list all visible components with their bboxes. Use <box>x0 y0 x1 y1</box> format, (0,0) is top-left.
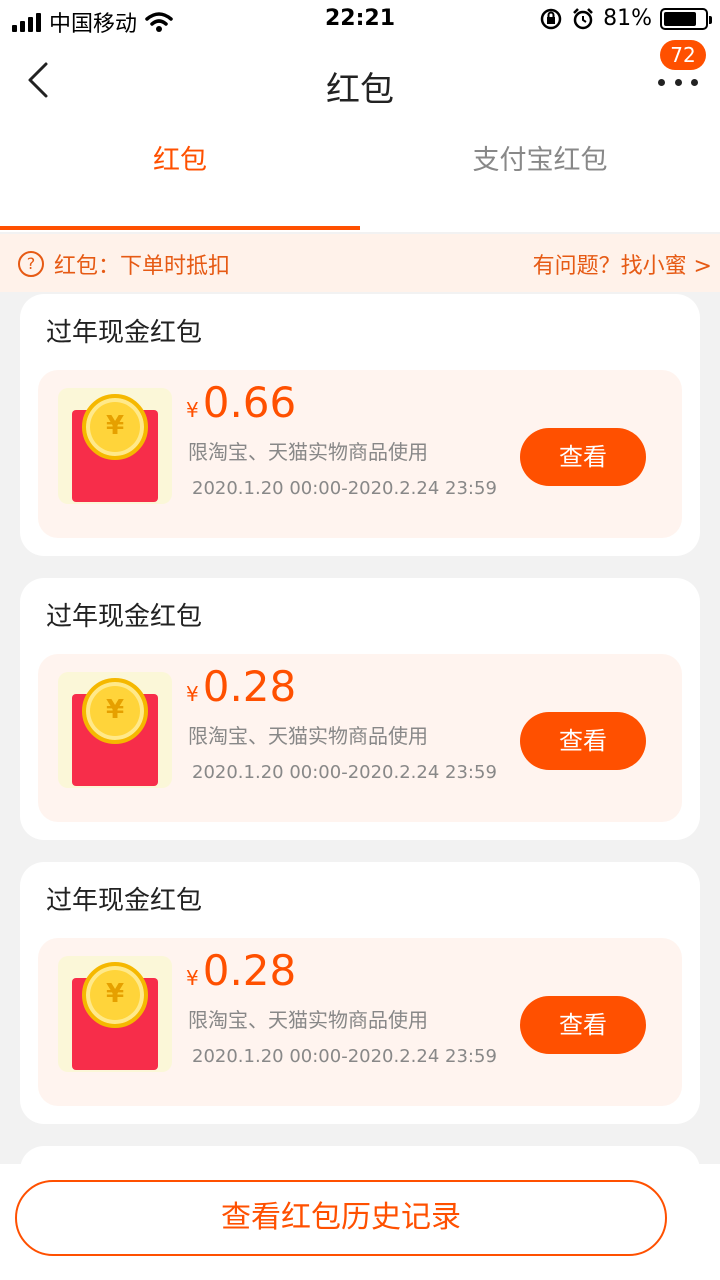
card-title: 过年现金红包 <box>46 602 203 632</box>
card-title: 过年现金红包 <box>46 318 203 348</box>
alarm-icon <box>573 7 593 29</box>
amount: ¥ 0.66 <box>186 378 296 427</box>
dot <box>658 78 665 86</box>
currency-symbol: ¥ <box>186 398 199 422</box>
notice-bar: ? 红包：下单时抵扣 有问题？找小蜜 > <box>0 234 720 292</box>
amount-value: 0.66 <box>202 378 297 427</box>
more-button[interactable] <box>658 70 698 94</box>
coin-icon: ¥ <box>82 394 148 460</box>
tab-alipay-hongbao[interactable]: 支付宝红包 <box>360 138 720 177</box>
view-button[interactable]: 查看 <box>520 712 646 770</box>
hongbao-card: 过年现金红包 ¥ ¥ 0.28 限淘宝、天猫实物商品使用 2020.1.20 0… <box>20 862 700 1124</box>
tab-indicator <box>0 226 360 230</box>
red-envelope-icon: ¥ <box>58 672 172 788</box>
page-title: 红包 <box>326 70 394 110</box>
status-right: 81% <box>539 6 712 31</box>
coin-icon: ¥ <box>82 678 148 744</box>
amount-value: 0.28 <box>202 946 297 995</box>
question-icon: ? <box>18 251 44 277</box>
amount: ¥ 0.28 <box>186 946 296 995</box>
red-envelope-icon: ¥ <box>58 956 172 1072</box>
validity-dates: 2020.1.20 00:00-2020.2.24 23:59 <box>192 478 497 499</box>
usage-text: 限淘宝、天猫实物商品使用 <box>188 440 428 464</box>
coin-icon: ¥ <box>82 962 148 1028</box>
hongbao-card: 过年现金红包 ¥ ¥ 0.66 限淘宝、天猫实物商品使用 2020.1.20 0… <box>20 294 700 556</box>
dot <box>674 78 682 86</box>
validity-dates: 2020.1.20 00:00-2020.2.24 23:59 <box>192 762 497 783</box>
notification-badge: 72 <box>660 40 706 70</box>
card-title: 过年现金红包 <box>46 886 203 916</box>
nav-bar: 红包 72 <box>0 40 720 124</box>
notice-text: 红包：下单时抵扣 <box>54 254 231 279</box>
usage-text: 限淘宝、天猫实物商品使用 <box>188 724 428 748</box>
status-bar: 中国移动 22:21 81% <box>0 0 720 40</box>
usage-text: 限淘宝、天猫实物商品使用 <box>188 1008 428 1032</box>
validity-dates: 2020.1.20 00:00-2020.2.24 23:59 <box>192 1046 497 1067</box>
card-body: ¥ ¥ 0.28 限淘宝、天猫实物商品使用 2020.1.20 00:00-20… <box>38 654 682 822</box>
view-button[interactable]: 查看 <box>520 996 646 1054</box>
notice-left: ? 红包：下单时抵扣 <box>18 248 230 280</box>
currency-symbol: ¥ <box>186 682 199 706</box>
amount: ¥ 0.28 <box>186 662 296 711</box>
tab-bar: 红包 支付宝红包 <box>0 124 720 232</box>
card-body: ¥ ¥ 0.66 限淘宝、天猫实物商品使用 2020.1.20 00:00-20… <box>38 370 682 538</box>
bottom-bar: 查看红包历史记录 <box>0 1164 720 1280</box>
rotation-lock-icon <box>540 8 562 29</box>
card-body: ¥ ¥ 0.28 限淘宝、天猫实物商品使用 2020.1.20 00:00-20… <box>38 938 682 1106</box>
currency-symbol: ¥ <box>186 966 199 990</box>
battery-fill <box>664 11 697 26</box>
history-button[interactable]: 查看红包历史记录 <box>15 1180 667 1256</box>
dot <box>691 78 698 86</box>
battery-icon <box>660 7 712 30</box>
view-button[interactable]: 查看 <box>520 428 646 486</box>
battery-percent: 81% <box>603 6 652 31</box>
amount-value: 0.28 <box>202 662 297 711</box>
red-envelope-icon: ¥ <box>58 388 172 504</box>
tab-hongbao[interactable]: 红包 <box>0 138 360 177</box>
hongbao-card: 过年现金红包 ¥ ¥ 0.28 限淘宝、天猫实物商品使用 2020.1.20 0… <box>20 578 700 840</box>
help-link[interactable]: 有问题？找小蜜 > <box>533 248 712 280</box>
